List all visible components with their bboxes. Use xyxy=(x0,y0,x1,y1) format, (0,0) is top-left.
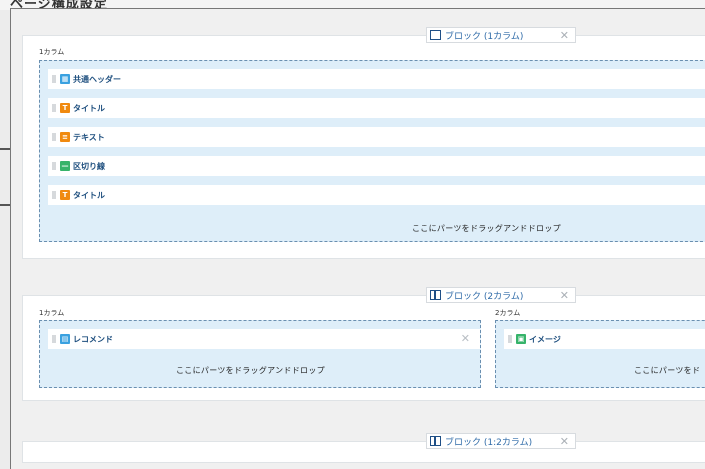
part-row[interactable]: T タイトル xyxy=(48,185,705,205)
side-connector xyxy=(0,204,10,206)
header-icon: ▦ xyxy=(60,74,70,84)
drag-handle[interactable] xyxy=(52,191,56,199)
block-1-2-column xyxy=(22,441,705,463)
drag-handle[interactable] xyxy=(52,335,56,343)
one-two-column-icon xyxy=(430,436,441,446)
column-label: 1カラム xyxy=(39,309,65,317)
part-label: テキスト xyxy=(73,132,105,142)
two-column-icon xyxy=(430,290,441,300)
part-row[interactable]: T タイトル xyxy=(48,98,705,118)
drag-handle[interactable] xyxy=(508,335,512,343)
drag-handle[interactable] xyxy=(52,133,56,141)
block-type-label: ブロック (1カラム) xyxy=(445,31,524,42)
part-label: レコメンド xyxy=(73,334,113,344)
image-icon: ▣ xyxy=(516,334,526,344)
title-icon: T xyxy=(60,103,70,113)
drop-zone[interactable]: ▤ レコメンド ✕ ここにパーツをドラッグアンドドロップ xyxy=(39,320,481,388)
part-row[interactable]: — 区切り線 xyxy=(48,156,705,176)
block-2-column: 1カラム ▤ レコメンド ✕ ここにパーツをドラッグアンドドロップ 2カラム ▣… xyxy=(22,295,705,401)
title-icon: T xyxy=(60,190,70,200)
part-label: 共通ヘッダー xyxy=(73,74,121,84)
text-icon: ≡ xyxy=(60,132,70,142)
close-icon[interactable]: ✕ xyxy=(560,29,569,42)
part-label: タイトル xyxy=(73,190,105,200)
drag-handle[interactable] xyxy=(52,104,56,112)
block-type-label: ブロック (1:2カラム) xyxy=(445,437,533,448)
part-label: イメージ xyxy=(529,334,561,344)
block-1-column: 1カラム ▦ 共通ヘッダー T タイトル ≡ テキスト — 区切り線 T タイト… xyxy=(22,35,705,259)
part-row[interactable]: ▤ レコメンド ✕ xyxy=(48,329,480,349)
drop-hint: ここにパーツをド xyxy=(634,366,701,375)
drop-hint: ここにパーツをドラッグアンドドロップ xyxy=(176,366,325,375)
part-row[interactable]: ▦ 共通ヘッダー xyxy=(48,69,705,89)
close-icon[interactable]: ✕ xyxy=(461,332,470,345)
divider-icon: — xyxy=(60,161,70,171)
one-column-icon xyxy=(430,30,441,40)
block-type-tag[interactable]: ブロック (1:2カラム) ✕ xyxy=(426,433,576,449)
part-label: タイトル xyxy=(73,103,105,113)
column-label: 2カラム xyxy=(495,309,521,317)
drop-zone[interactable]: ▦ 共通ヘッダー T タイトル ≡ テキスト — 区切り線 T タイトル ここに… xyxy=(39,60,705,242)
recommend-icon: ▤ xyxy=(60,334,70,344)
drag-handle[interactable] xyxy=(52,162,56,170)
part-row[interactable]: ▣ イメージ xyxy=(504,329,705,349)
close-icon[interactable]: ✕ xyxy=(560,289,569,302)
block-type-tag[interactable]: ブロック (1カラム) ✕ xyxy=(426,27,576,43)
drop-zone[interactable]: ▣ イメージ ここにパーツをド xyxy=(495,320,705,388)
block-type-tag[interactable]: ブロック (2カラム) ✕ xyxy=(426,287,576,303)
block-type-label: ブロック (2カラム) xyxy=(445,291,524,302)
drop-hint: ここにパーツをドラッグアンドドロップ xyxy=(412,224,561,233)
close-icon[interactable]: ✕ xyxy=(560,435,569,448)
side-connector xyxy=(0,148,10,150)
part-label: 区切り線 xyxy=(73,161,105,171)
column-label: 1カラム xyxy=(39,48,65,56)
drag-handle[interactable] xyxy=(52,75,56,83)
part-row[interactable]: ≡ テキスト xyxy=(48,127,705,147)
